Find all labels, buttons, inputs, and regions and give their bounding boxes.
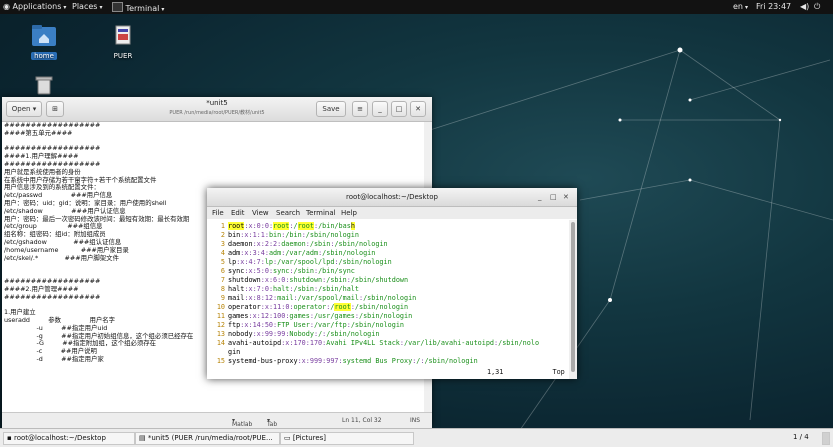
terminal-icon: ▪ [7,434,12,442]
chevron-down-icon: ▾ [745,4,749,11]
terminal-line: 14 avahi-autoipd:x:170:170:Avahi IPv4LL S… [216,339,540,347]
terminal-line: 13 nobody:x:99:99:Nobody:/:/sbin/nologin [216,330,380,338]
terminal-line: 5 lp:x:4:7:lp:/var/spool/lpd:/sbin/nologi… [220,258,392,266]
close-button[interactable]: ✕ [563,193,569,201]
desktop-icon-puer[interactable]: PUER [106,24,140,60]
terminal-titlebar[interactable]: root@localhost:~/Desktop _ □ ✕ [207,188,577,207]
terminal-line: 12 ftp:x:14:50:FTP User:/var/ftp:/sbin/no… [216,321,405,329]
taskbar-item-gedit[interactable]: ▤ *unit5 (PUER /run/media/root/PUE... [135,432,280,445]
workspace-indicator[interactable]: 1 / 4 [790,432,822,443]
terminal-scrollbar[interactable] [569,220,577,379]
chevron-down-icon: ▾ [99,4,103,11]
folder-home-icon [32,25,56,46]
menu-file[interactable]: File [212,209,224,217]
desktop-icon-label: PUER [113,52,133,60]
terminal-line: 15 systemd-bus-proxy:x:999:997:systemd Bu… [216,357,478,365]
workspace-switcher[interactable] [822,432,830,445]
close-icon: ✕ [415,105,421,113]
maximize-button[interactable]: □ [550,193,557,201]
terminal-line: 2 bin:x:1:1:bin:/bin:/sbin/nologin [220,231,359,239]
active-app-menu[interactable]: Terminal ▾ [112,2,164,13]
menu-help[interactable]: Help [341,209,357,217]
chevron-down-icon: ▾ [161,6,165,13]
gedit-statusbar: Matlab ▾ Tab Width: 8 ▾ Ln 11, Col 32 IN… [2,412,432,442]
menu-button[interactable]: ≡ [352,101,368,117]
menu-view[interactable]: View [252,209,269,217]
terminal-menubar: File Edit View Search Terminal Help [207,207,577,219]
text-editor-icon: ▤ [139,434,146,442]
terminal-line: 3 daemon:x:2:2:daemon:/sbin:/sbin/nologin [220,240,388,248]
taskbar-item-terminal[interactable]: ▪ root@localhost:~/Desktop [3,432,135,445]
menu-edit[interactable]: Edit [231,209,245,217]
maximize-icon: □ [395,105,403,113]
places-menu[interactable]: Places ▾ [72,2,102,11]
terminal-line: gin [228,348,241,356]
terminal-line: 9 mail:x:8:12:mail:/var/spool/mail:/sbin/… [220,294,417,302]
vim-ruler: 1,31 Top [487,368,565,376]
language-selector[interactable]: Matlab ▾ [232,417,252,428]
desktop-icon-home[interactable]: home [27,22,61,60]
trash-icon [35,76,53,95]
terminal-window[interactable]: root@localhost:~/Desktop _ □ ✕ File Edit V… [207,188,577,379]
menu-search[interactable]: Search [276,209,300,217]
chevron-down-icon: ▾ [63,4,67,11]
taskbar-item-pictures[interactable]: ▭ [Pictures] [280,432,414,445]
terminal-line: 4 adm:x:3:4:adm:/var/adm:/sbin/nologin [220,249,376,257]
desktop-icon-label: home [31,52,57,60]
gedit-headerbar: Open ▾ ⊞ *unit5 PUER /run/media/root/PUE… [2,97,432,122]
minimize-button[interactable]: _ [538,193,542,201]
applications-menu[interactable]: ◉ Applications ▾ [3,2,66,11]
insert-mode: INS [410,417,421,424]
close-button[interactable]: ✕ [410,101,426,117]
terminal-content[interactable]: 1 root:x:0:0:root:/root:/bin/bash 2 bin:x:1… [207,220,569,379]
volume-icon[interactable]: ◀) [800,2,809,11]
tab-width-selector[interactable]: Tab Width: 8 ▾ [267,417,286,442]
hamburger-icon: ≡ [357,105,363,113]
terminal-line: 7 shutdown:x:6:0:shutdown:/sbin:/sbin/shu… [220,276,409,284]
menu-terminal[interactable]: Terminal [306,209,336,217]
minimize-button[interactable]: _ [372,101,388,117]
terminal-line: 8 halt:x:7:0:halt:/sbin:/sbin/halt [220,285,359,293]
clock[interactable]: Fri 23:47 [756,2,791,11]
language-indicator[interactable]: en ▾ [733,2,748,11]
maximize-button[interactable]: □ [391,101,407,117]
taskbar: ▪ root@localhost:~/Desktop ▤ *unit5 (PUE… [0,428,833,447]
terminal-line: 1 root:x:0:0:root:/root:/bin/bash [220,222,355,230]
folder-icon: ▭ [284,434,291,442]
cursor-position[interactable]: Ln 11, Col 32 [342,417,382,424]
gnome-foot-icon: ◉ [3,2,10,11]
scrollbar-thumb[interactable] [571,222,575,372]
power-icon[interactable]: ⏻ [814,2,820,12]
terminal-line: 6 sync:x:5:0:sync:/sbin:/bin/sync [220,267,355,275]
terminal-line: 11 games:x:12:100:games:/usr/games:/sbin/… [216,312,413,320]
terminal-line: 10 operator:x:11:0:operator:/root:/sbin/n… [216,303,409,311]
minimize-icon: _ [378,105,382,113]
document-icon [115,25,131,45]
terminal-icon [112,2,123,12]
terminal-title: root@localhost:~/Desktop [346,193,438,201]
top-panel: ◉ Applications ▾ Places ▾ Terminal ▾ en ▾ Fr… [0,0,833,14]
editor-line: ####第五单元#### [4,128,73,137]
save-button[interactable]: Save [316,101,346,117]
